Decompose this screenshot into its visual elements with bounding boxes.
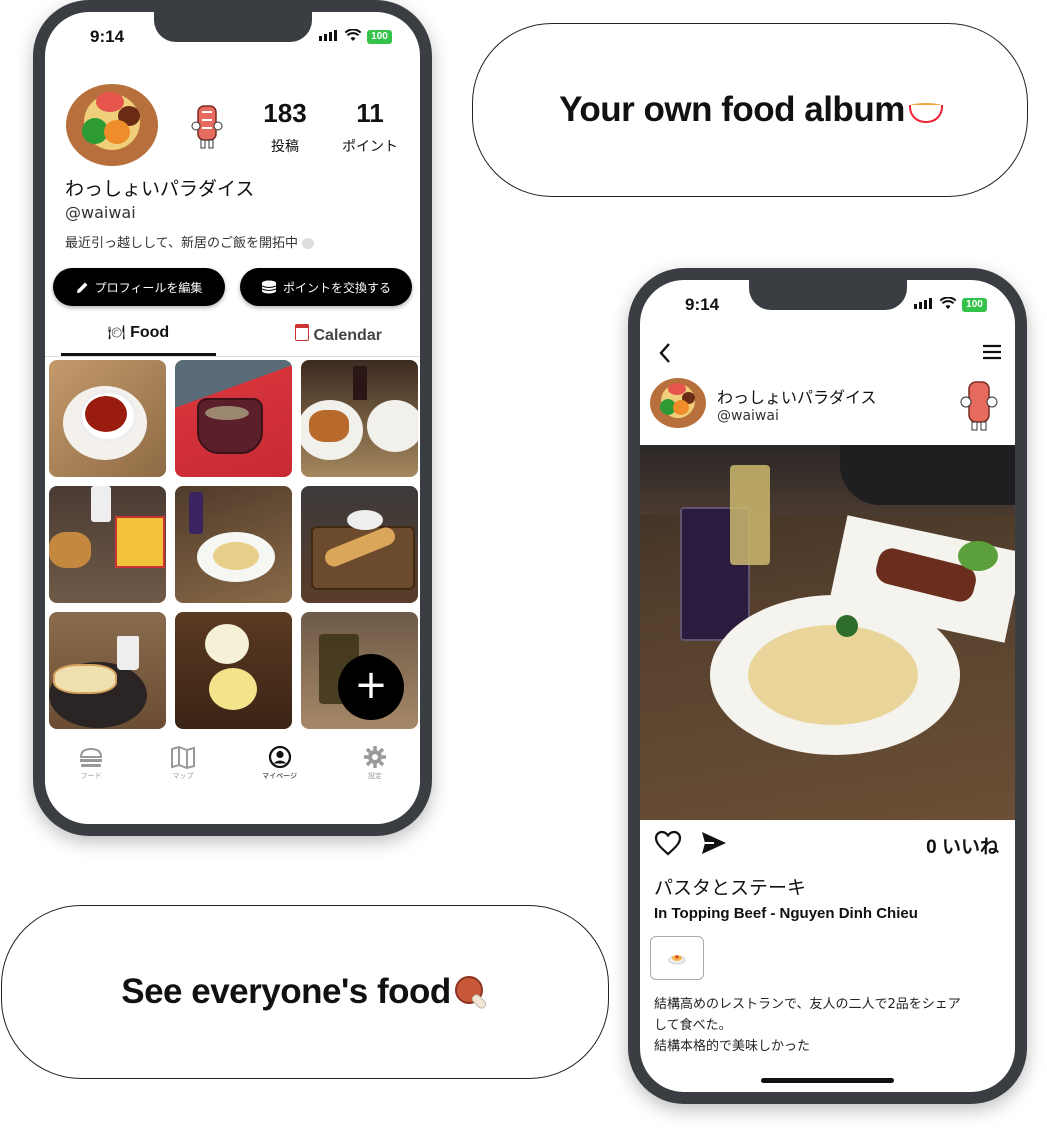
grid-photo-pasta-plate[interactable] xyxy=(175,486,292,603)
battery-indicator: 100 xyxy=(367,30,392,44)
tab-food[interactable]: 🍽 Food xyxy=(61,324,216,342)
post-user-handle: @waiwai xyxy=(717,408,779,424)
profile-handle: @waiwai xyxy=(65,203,136,222)
tabs-divider xyxy=(45,356,420,357)
left-phone-screen: 9:14 100 183 投稿 11 ポイント わっしょいパラダイス @waiw… xyxy=(45,12,420,824)
nav-mypage-label: マイページ xyxy=(262,772,297,780)
menu-icon[interactable] xyxy=(982,344,1002,360)
nav-map-label: マップ xyxy=(172,772,194,780)
exchange-points-button[interactable]: ポイントを交換する xyxy=(240,268,412,306)
posts-count: 183 xyxy=(263,98,307,128)
ramen-icon xyxy=(907,95,943,125)
avatar[interactable] xyxy=(66,84,158,166)
battery-indicator: 100 xyxy=(962,298,987,312)
gear-icon xyxy=(363,746,386,768)
edit-profile-label: プロフィールを編集 xyxy=(94,280,203,295)
profile-name: わっしょいパラダイス xyxy=(65,178,255,200)
status-time: 9:14 xyxy=(685,295,720,314)
rice-ball-icon xyxy=(302,238,315,249)
bottom-nav: フード マップ マイページ 設定 xyxy=(45,737,420,824)
heart-icon[interactable] xyxy=(654,830,682,856)
signal-icon xyxy=(914,298,932,309)
tab-calendar[interactable]: Calendar xyxy=(261,324,416,345)
nav-settings-label: 設定 xyxy=(367,772,382,780)
tab-food-label: Food xyxy=(130,324,170,341)
tab-calendar-label: Calendar xyxy=(313,327,382,344)
callout-food-album: Your own food album xyxy=(472,23,1028,197)
right-phone: 9:14 100 わっしょいパラダイス @waiwai 0 いいね パスタとステ… xyxy=(628,268,1027,1104)
callout-album-text: Your own food album xyxy=(559,90,905,129)
meat-on-bone-icon xyxy=(453,974,489,1011)
callout-everyone-food: See everyone's food xyxy=(1,905,609,1079)
grid-photo-sandwich-coffee[interactable] xyxy=(49,612,166,729)
profile-icon xyxy=(268,745,291,769)
spaghetti-icon xyxy=(668,955,686,965)
edit-profile-button[interactable]: プロフィールを編集 xyxy=(53,268,225,306)
calendar-icon xyxy=(295,324,310,341)
exchange-points-label: ポイントを交換する xyxy=(282,280,391,295)
left-phone: 9:14 100 183 投稿 11 ポイント わっしょいパラダイス @waiw… xyxy=(33,0,432,836)
post-user-name[interactable]: わっしょいパラダイス xyxy=(717,384,877,408)
food-icon xyxy=(80,747,103,767)
post-location[interactable]: In Topping Beef - Nguyen Dinh Chieu xyxy=(654,905,918,922)
callout-everyone-text: See everyone's food xyxy=(121,972,451,1011)
grid-photo-fried-chicken[interactable] xyxy=(301,360,418,477)
grid-photo-coffee-cup[interactable] xyxy=(175,360,292,477)
posts-label: 投稿 xyxy=(271,139,299,155)
wifi-icon xyxy=(940,297,956,309)
status-time: 9:14 xyxy=(90,27,125,46)
map-icon xyxy=(171,745,196,769)
add-post-button[interactable]: + xyxy=(338,654,404,720)
nav-food-label: フード xyxy=(80,772,102,780)
bacon-character-icon xyxy=(960,381,998,431)
bacon-character-icon xyxy=(191,105,223,149)
coins-icon xyxy=(261,280,277,294)
nav-food[interactable]: フード xyxy=(78,745,104,824)
grid-photo-baguette[interactable] xyxy=(301,486,418,603)
wifi-icon xyxy=(345,29,361,41)
home-indicator xyxy=(761,1078,894,1083)
nav-settings[interactable]: 設定 xyxy=(363,745,387,824)
post-title: パスタとステーキ xyxy=(654,877,807,899)
post-user-avatar[interactable] xyxy=(650,378,706,428)
post-photo[interactable] xyxy=(640,445,1015,820)
dish-tag-button[interactable] xyxy=(650,936,704,980)
points-label: ポイント xyxy=(342,139,398,155)
nav-map[interactable]: マップ xyxy=(170,745,196,824)
grid-photo-rice-balls[interactable] xyxy=(175,612,292,729)
likes-count: 0 いいね xyxy=(926,837,999,858)
grid-photo-tea[interactable] xyxy=(49,360,166,477)
right-phone-screen: 9:14 100 わっしょいパラダイス @waiwai 0 いいね パスタとステ… xyxy=(640,280,1015,1092)
pencil-icon xyxy=(76,282,88,293)
points-count: 11 xyxy=(356,98,384,128)
plate-icon: 🍽 xyxy=(107,324,126,340)
nav-mypage[interactable]: マイページ xyxy=(262,745,297,824)
signal-icon xyxy=(319,30,337,41)
back-chevron-icon[interactable] xyxy=(658,342,672,364)
notch xyxy=(749,280,907,310)
profile-bio-text: 最近引っ越しして、新居のご飯を開拓中 xyxy=(65,236,298,251)
grid-photo-burger-set[interactable] xyxy=(49,486,166,603)
profile-bio: 最近引っ越しして、新居のご飯を開拓中 xyxy=(65,232,315,251)
send-icon[interactable] xyxy=(700,830,728,856)
post-description: 結構高めのレストランで、友人の二人で2品をシェア して食べた。 結構本格的で美味… xyxy=(654,997,961,1054)
notch xyxy=(154,12,312,42)
